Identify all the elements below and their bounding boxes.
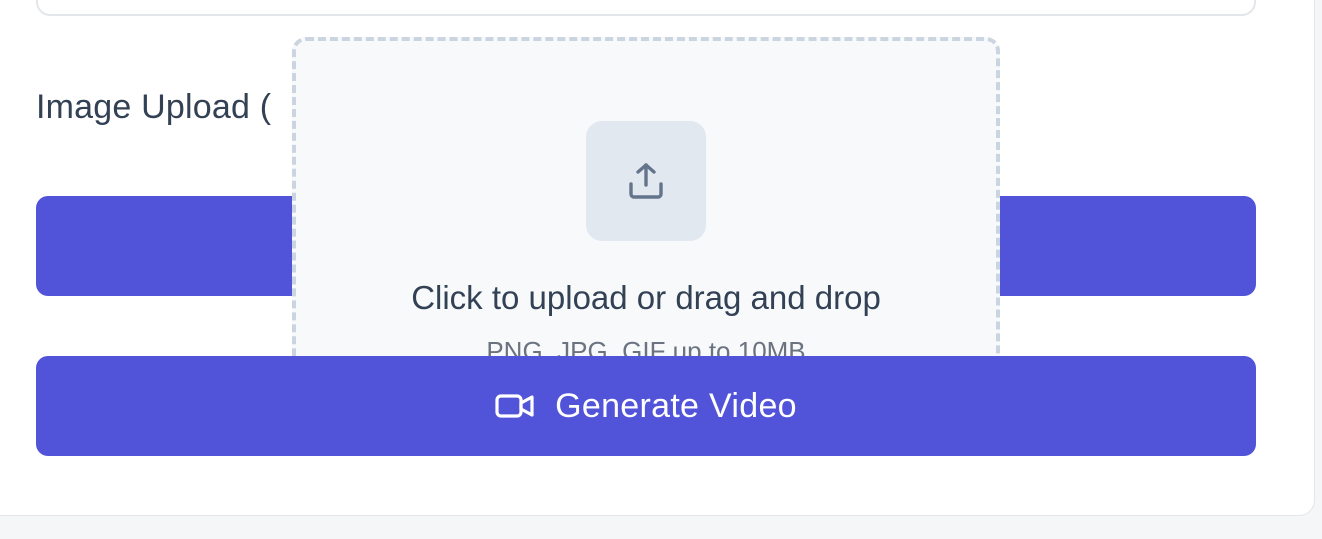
image-upload-label: Image Upload ( [36, 88, 272, 126]
generate-video-label: Generate Video [555, 386, 797, 425]
generate-video-button[interactable]: Generate Video [36, 356, 1256, 456]
upload-icon-container [586, 121, 706, 241]
previous-input-field[interactable] [36, 0, 1256, 16]
upload-dropzone[interactable]: Click to upload or drag and drop PNG, JP… [292, 37, 1000, 377]
dropzone-title: Click to upload or drag and drop [411, 279, 881, 316]
upload-icon [629, 163, 663, 199]
video-camera-icon [495, 391, 535, 421]
